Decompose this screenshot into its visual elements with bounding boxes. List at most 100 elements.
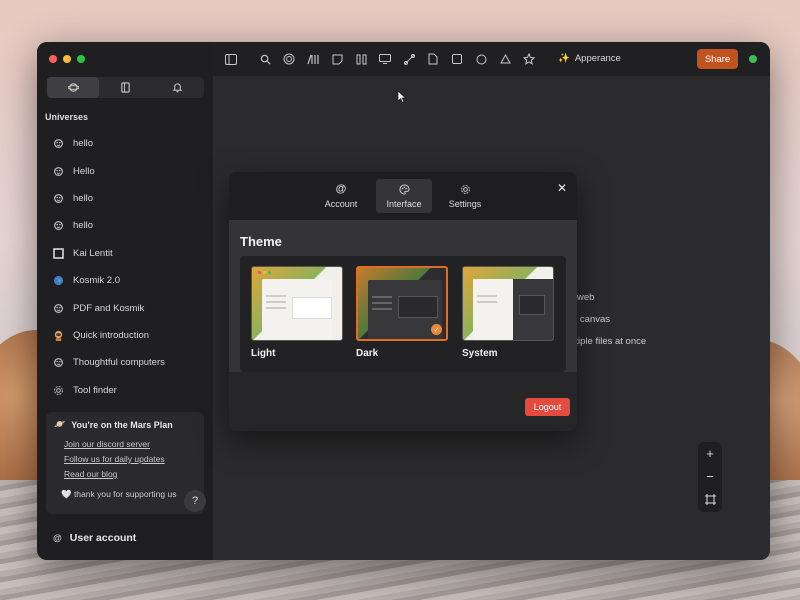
theme-heading: Theme [240, 234, 282, 249]
planet-icon [53, 138, 64, 149]
close-icon[interactable]: ✕ [557, 181, 567, 195]
gear-icon [460, 184, 470, 194]
sidebar-item-hello[interactable]: hello [47, 185, 207, 212]
zoom-out-icon[interactable]: − [706, 469, 714, 484]
sidebar-item-quick-introduction[interactable]: Quick introduction [47, 322, 207, 349]
sidebar-item-tool-finder[interactable]: Tool finder [47, 377, 207, 404]
planet-icon: 🪐 [54, 419, 66, 429]
screen-icon[interactable] [378, 52, 392, 66]
toolbar: ✨ Apperance Share [213, 42, 770, 76]
plan-title: You're on the Mars Plan [71, 419, 173, 430]
universe-list: hello Hello hello hello Kai Lentit Kosmik 2.0… [47, 130, 207, 404]
theme-options: Light ✓ Dark System [240, 256, 566, 372]
canvas-text-1: web [577, 292, 595, 303]
library-segment[interactable] [99, 77, 151, 98]
sidebar-item-thoughtful-computers[interactable]: Thoughtful computers [47, 349, 207, 376]
at-icon: @ [53, 533, 62, 543]
settings-dialog: @ Account Interface Settings ✕ Theme Lig… [229, 172, 577, 431]
palette-icon [399, 183, 410, 195]
tab-settings-label: Settings [448, 198, 482, 209]
earth-icon [53, 275, 64, 286]
file-icon[interactable] [426, 52, 440, 66]
sidebar-item-pdf-and-kosmik[interactable]: PDF and Kosmik [47, 294, 207, 321]
search-icon[interactable] [258, 52, 272, 66]
zoom-controls: + − [698, 442, 722, 512]
logout-button[interactable]: Logout [525, 398, 570, 416]
plan-card: 🪐 You're on the Mars Plan Join our disco… [46, 412, 204, 514]
blog-link[interactable]: Read our blog [64, 469, 196, 479]
sidebar-item-label: Kai Lentit [73, 247, 113, 259]
planet-icon [53, 303, 64, 314]
tab-interface-label: Interface [386, 198, 422, 209]
sidebar-item-label: Hello [73, 165, 95, 177]
link-icon[interactable] [402, 52, 416, 66]
at-icon: @ [335, 183, 347, 195]
sidebar-item-kai-lentit[interactable]: Kai Lentit [47, 240, 207, 267]
planet-icon [67, 83, 79, 92]
appearance-label: Apperance [574, 53, 621, 64]
rectangle-icon[interactable] [450, 52, 464, 66]
sidebar-item-hello[interactable]: hello [47, 212, 207, 239]
canvas-text-2: e canvas [572, 314, 611, 325]
square-icon [53, 248, 64, 259]
thanks-text: 🤍 thank you for supporting us [61, 489, 177, 499]
sidebar-segment-control [47, 77, 204, 98]
tab-interface[interactable]: Interface [376, 179, 432, 213]
planet-icon [53, 166, 64, 177]
universes-segment[interactable] [47, 77, 100, 98]
zoom-in-icon[interactable]: + [706, 446, 714, 461]
sidebar: Universes hello Hello hello hello Kai Lentit… [37, 42, 213, 560]
help-icon: ? [191, 495, 199, 507]
sidebar-item-label: Quick introduction [73, 329, 150, 341]
user-account-button[interactable]: @ User account [53, 532, 136, 544]
sidebar-item-hello[interactable]: hello [47, 130, 207, 157]
sidebar-item-label: hello [73, 192, 94, 204]
sidebar-item-label: hello [73, 220, 94, 232]
sidebar-item-label: PDF and Kosmik [73, 302, 145, 314]
theme-system-option[interactable]: System [462, 266, 554, 359]
planet-icon [53, 357, 64, 368]
share-button[interactable]: Share [697, 49, 738, 69]
columns-icon[interactable] [354, 52, 368, 66]
library-icon[interactable] [306, 52, 320, 66]
tab-account[interactable]: @ Account [313, 179, 369, 213]
tab-settings[interactable]: Settings [437, 179, 493, 213]
discord-link[interactable]: Join our discord server [64, 439, 196, 449]
book-icon [121, 82, 130, 93]
theme-dark-label: Dark [356, 348, 379, 359]
check-icon: ✓ [431, 324, 442, 335]
mouse-cursor-icon [397, 90, 407, 104]
sidebar-item-kosmik-2-0[interactable]: Kosmik 2.0 [47, 267, 207, 294]
canvas-text-3: ultiple files at once [568, 336, 647, 347]
note-icon[interactable] [330, 52, 344, 66]
sidebar-item-label: Thoughtful computers [73, 357, 165, 369]
sidebar-item-label: Kosmik 2.0 [73, 275, 120, 287]
sidebar-item-hello[interactable]: Hello [47, 157, 207, 184]
close-window-button[interactable] [49, 55, 57, 63]
bell-icon [172, 83, 183, 93]
theme-light-option[interactable]: Light [251, 266, 343, 359]
notifications-segment[interactable] [152, 77, 204, 98]
theme-system-label: System [462, 348, 498, 359]
maximize-window-button[interactable] [77, 55, 85, 63]
sidebar-toggle-icon[interactable] [224, 52, 238, 66]
planet-icon [53, 220, 64, 231]
circle-icon[interactable] [474, 52, 488, 66]
appearance-button[interactable]: ✨ Apperance [558, 53, 621, 64]
theme-section: Theme Light ✓ Dark System [229, 220, 577, 372]
star-icon[interactable] [522, 52, 536, 66]
dialog-tabs: @ Account Interface Settings ✕ [229, 172, 577, 220]
system-theme-preview [462, 266, 554, 341]
theme-dark-option[interactable]: ✓ Dark [356, 266, 448, 359]
astronaut-icon [53, 330, 64, 341]
sidebar-item-label: hello [73, 138, 94, 150]
sidebar-item-label: Tool finder [73, 384, 117, 396]
gear-icon [53, 385, 64, 396]
help-button[interactable]: ? [184, 490, 206, 512]
minimize-window-button[interactable] [63, 55, 71, 63]
triangle-icon[interactable] [498, 52, 512, 66]
web-icon[interactable] [282, 52, 296, 66]
updates-link[interactable]: Follow us for daily updates [64, 454, 196, 464]
window-controls [49, 55, 85, 63]
fit-screen-icon[interactable] [704, 493, 716, 508]
